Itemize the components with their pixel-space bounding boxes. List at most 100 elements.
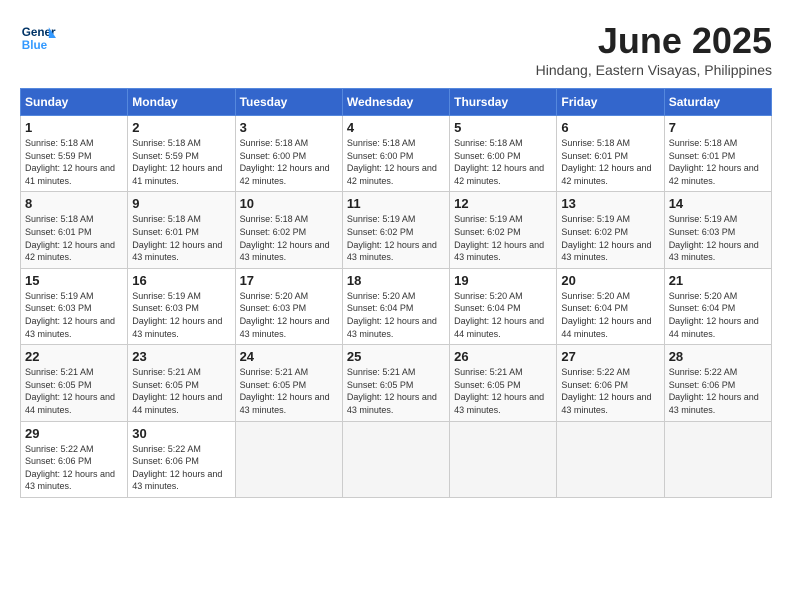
calendar-cell: 18Sunrise: 5:20 AMSunset: 6:04 PMDayligh…	[342, 268, 449, 344]
subtitle: Hindang, Eastern Visayas, Philippines	[536, 62, 772, 78]
day-info: Sunrise: 5:22 AMSunset: 6:06 PMDaylight:…	[669, 366, 767, 416]
calendar-cell: 5 Sunrise: 5:18 AMSunset: 6:00 PMDaylight…	[450, 116, 557, 192]
day-number: 9	[132, 196, 230, 211]
calendar-cell: 29 Sunrise: 5:22 AMSunset: 6:06 PMDayligh…	[21, 421, 128, 497]
day-number: 15	[25, 273, 123, 288]
day-info: Sunrise: 5:18 AMSunset: 6:00 PMDaylight:…	[454, 137, 552, 187]
day-number: 1	[25, 120, 123, 135]
day-number: 28	[669, 349, 767, 364]
calendar-cell: 2 Sunrise: 5:18 AMSunset: 5:59 PMDaylight…	[128, 116, 235, 192]
day-number: 10	[240, 196, 338, 211]
day-info: Sunrise: 5:18 AMSunset: 6:01 PMDaylight:…	[132, 213, 230, 263]
day-info: Sunrise: 5:20 AMSunset: 6:04 PMDaylight:…	[454, 290, 552, 340]
calendar-cell	[235, 421, 342, 497]
calendar: Sunday Monday Tuesday Wednesday Thursday…	[20, 88, 772, 498]
calendar-cell: 25 Sunrise: 5:21 AMSunset: 6:05 PMDayligh…	[342, 345, 449, 421]
calendar-cell: 10Sunrise: 5:18 AMSunset: 6:02 PMDayligh…	[235, 192, 342, 268]
day-info: Sunrise: 5:21 AMSunset: 6:05 PMDaylight:…	[240, 366, 338, 416]
calendar-cell: 3Sunrise: 5:18 AMSunset: 6:00 PMDaylight…	[235, 116, 342, 192]
calendar-cell: 23 Sunrise: 5:21 AMSunset: 6:05 PMDayligh…	[128, 345, 235, 421]
day-info: Sunrise: 5:20 AMSunset: 6:04 PMDaylight:…	[561, 290, 659, 340]
day-number: 19	[454, 273, 552, 288]
day-number: 3	[240, 120, 338, 135]
week-row-3: 15 Sunrise: 5:19 AMSunset: 6:03 PMDayligh…	[21, 268, 772, 344]
day-number: 14	[669, 196, 767, 211]
logo: General Blue	[20, 20, 56, 56]
day-info: Sunrise: 5:19 AMSunset: 6:02 PMDaylight:…	[347, 213, 445, 263]
calendar-cell: 24 Sunrise: 5:21 AMSunset: 6:05 PMDayligh…	[235, 345, 342, 421]
col-wednesday: Wednesday	[342, 89, 449, 116]
calendar-cell: 16 Sunrise: 5:19 AMSunset: 6:03 PMDayligh…	[128, 268, 235, 344]
calendar-cell: 20 Sunrise: 5:20 AMSunset: 6:04 PMDayligh…	[557, 268, 664, 344]
calendar-cell	[557, 421, 664, 497]
day-info: Sunrise: 5:18 AMSunset: 6:01 PMDaylight:…	[25, 213, 123, 263]
day-info: Sunrise: 5:22 AMSunset: 6:06 PMDaylight:…	[25, 443, 123, 493]
calendar-cell: 30 Sunrise: 5:22 AMSunset: 6:06 PMDayligh…	[128, 421, 235, 497]
week-row-2: 8Sunrise: 5:18 AMSunset: 6:01 PMDaylight…	[21, 192, 772, 268]
day-info: Sunrise: 5:20 AMSunset: 6:04 PMDaylight:…	[669, 290, 767, 340]
col-friday: Friday	[557, 89, 664, 116]
day-number: 12	[454, 196, 552, 211]
svg-text:Blue: Blue	[22, 39, 48, 52]
calendar-cell: 27 Sunrise: 5:22 AMSunset: 6:06 PMDayligh…	[557, 345, 664, 421]
day-number: 27	[561, 349, 659, 364]
day-number: 11	[347, 196, 445, 211]
header: General Blue June 2025 Hindang, Eastern …	[20, 20, 772, 78]
day-info: Sunrise: 5:19 AMSunset: 6:03 PMDaylight:…	[669, 213, 767, 263]
calendar-cell: 11 Sunrise: 5:19 AMSunset: 6:02 PMDayligh…	[342, 192, 449, 268]
day-info: Sunrise: 5:18 AMSunset: 5:59 PMDaylight:…	[132, 137, 230, 187]
day-info: Sunrise: 5:19 AMSunset: 6:02 PMDaylight:…	[454, 213, 552, 263]
calendar-cell: 7 Sunrise: 5:18 AMSunset: 6:01 PMDaylight…	[664, 116, 771, 192]
calendar-cell: 1 Sunrise: 5:18 AMSunset: 5:59 PMDaylight…	[21, 116, 128, 192]
day-number: 5	[454, 120, 552, 135]
day-number: 22	[25, 349, 123, 364]
day-info: Sunrise: 5:20 AMSunset: 6:03 PMDaylight:…	[240, 290, 338, 340]
calendar-cell: 26 Sunrise: 5:21 AMSunset: 6:05 PMDayligh…	[450, 345, 557, 421]
day-number: 21	[669, 273, 767, 288]
title-area: June 2025 Hindang, Eastern Visayas, Phil…	[536, 20, 772, 78]
week-row-1: 1 Sunrise: 5:18 AMSunset: 5:59 PMDaylight…	[21, 116, 772, 192]
calendar-cell: 19 Sunrise: 5:20 AMSunset: 6:04 PMDayligh…	[450, 268, 557, 344]
col-thursday: Thursday	[450, 89, 557, 116]
day-info: Sunrise: 5:19 AMSunset: 6:03 PMDaylight:…	[132, 290, 230, 340]
calendar-cell: 6Sunrise: 5:18 AMSunset: 6:01 PMDaylight…	[557, 116, 664, 192]
day-number: 2	[132, 120, 230, 135]
day-number: 20	[561, 273, 659, 288]
day-info: Sunrise: 5:21 AMSunset: 6:05 PMDaylight:…	[347, 366, 445, 416]
week-row-4: 22 Sunrise: 5:21 AMSunset: 6:05 PMDayligh…	[21, 345, 772, 421]
logo-icon: General Blue	[20, 20, 56, 56]
calendar-cell: 14 Sunrise: 5:19 AMSunset: 6:03 PMDayligh…	[664, 192, 771, 268]
day-number: 17	[240, 273, 338, 288]
day-number: 4	[347, 120, 445, 135]
calendar-cell	[664, 421, 771, 497]
calendar-header-row: Sunday Monday Tuesday Wednesday Thursday…	[21, 89, 772, 116]
col-monday: Monday	[128, 89, 235, 116]
day-info: Sunrise: 5:21 AMSunset: 6:05 PMDaylight:…	[454, 366, 552, 416]
day-number: 24	[240, 349, 338, 364]
calendar-cell: 8Sunrise: 5:18 AMSunset: 6:01 PMDaylight…	[21, 192, 128, 268]
day-info: Sunrise: 5:18 AMSunset: 5:59 PMDaylight:…	[25, 137, 123, 187]
day-info: Sunrise: 5:21 AMSunset: 6:05 PMDaylight:…	[25, 366, 123, 416]
calendar-cell: 12 Sunrise: 5:19 AMSunset: 6:02 PMDayligh…	[450, 192, 557, 268]
calendar-cell: 28 Sunrise: 5:22 AMSunset: 6:06 PMDayligh…	[664, 345, 771, 421]
day-info: Sunrise: 5:22 AMSunset: 6:06 PMDaylight:…	[132, 443, 230, 493]
day-number: 26	[454, 349, 552, 364]
day-info: Sunrise: 5:21 AMSunset: 6:05 PMDaylight:…	[132, 366, 230, 416]
day-number: 23	[132, 349, 230, 364]
day-number: 18	[347, 273, 445, 288]
day-info: Sunrise: 5:19 AMSunset: 6:02 PMDaylight:…	[561, 213, 659, 263]
day-number: 25	[347, 349, 445, 364]
day-info: Sunrise: 5:18 AMSunset: 6:01 PMDaylight:…	[669, 137, 767, 187]
day-number: 7	[669, 120, 767, 135]
day-number: 16	[132, 273, 230, 288]
calendar-cell: 15Sunrise: 5:19 AMSunset: 6:03 PMDayligh…	[21, 268, 128, 344]
calendar-cell: 21 Sunrise: 5:20 AMSunset: 6:04 PMDayligh…	[664, 268, 771, 344]
day-number: 29	[25, 426, 123, 441]
day-info: Sunrise: 5:22 AMSunset: 6:06 PMDaylight:…	[561, 366, 659, 416]
calendar-cell: 9 Sunrise: 5:18 AMSunset: 6:01 PMDaylight…	[128, 192, 235, 268]
calendar-cell: 22 Sunrise: 5:21 AMSunset: 6:05 PMDayligh…	[21, 345, 128, 421]
day-number: 30	[132, 426, 230, 441]
day-info: Sunrise: 5:18 AMSunset: 6:00 PMDaylight:…	[347, 137, 445, 187]
col-saturday: Saturday	[664, 89, 771, 116]
day-info: Sunrise: 5:18 AMSunset: 6:01 PMDaylight:…	[561, 137, 659, 187]
